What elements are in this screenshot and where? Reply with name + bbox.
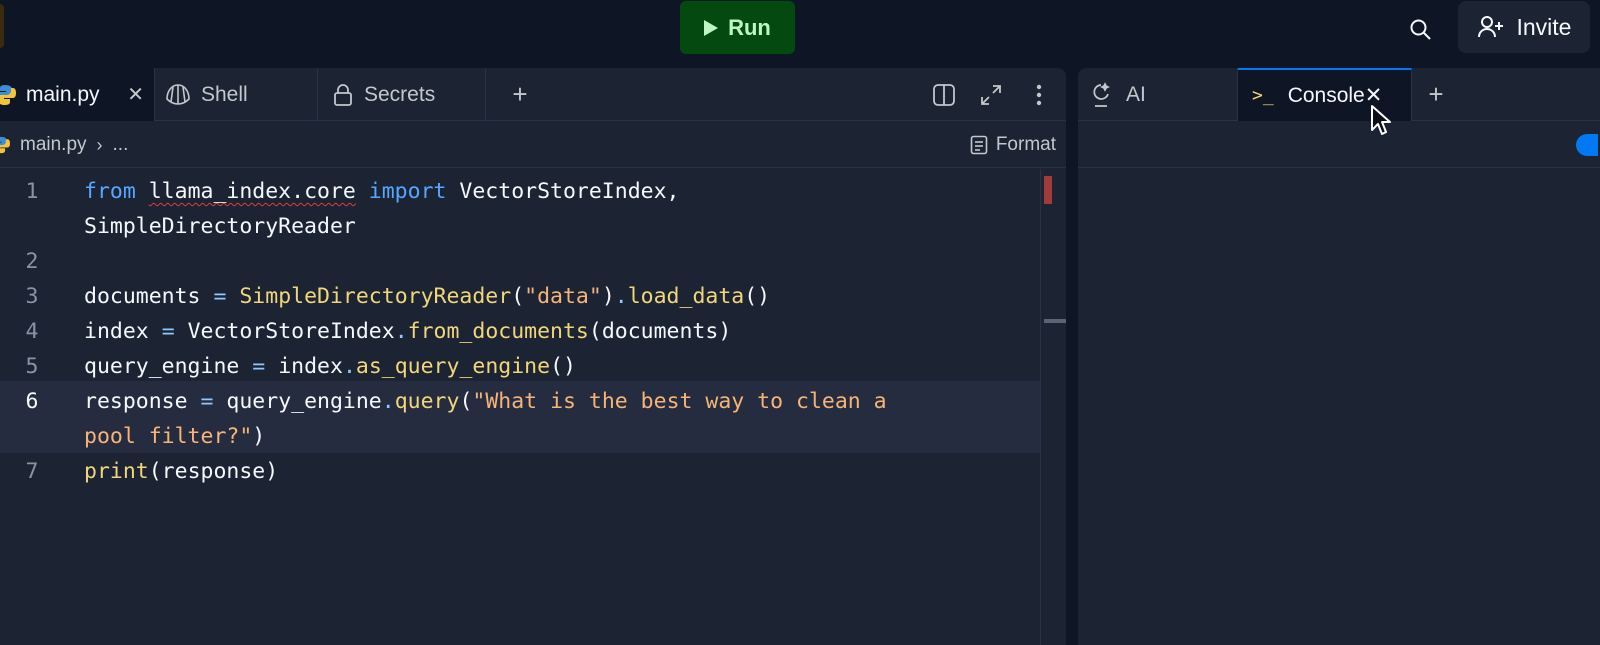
code-text: print(response) [84,459,279,484]
code-line-current: 6 response = query_engine.query("What is… [0,381,1040,453]
breadcrumb-more[interactable]: ... [113,134,129,156]
app-logo[interactable] [0,4,4,48]
code-text: index = VectorStoreIndex.from_documents(… [84,319,732,344]
add-tab-button[interactable]: + [1416,68,1456,121]
run-button-label: Run [728,14,771,40]
code-line: 3 documents = SimpleDirectoryReader("dat… [0,280,1040,316]
tab-label: Console [1287,83,1365,107]
breadcrumb: main.py › ... [0,122,128,168]
code-line: 4 index = VectorStoreIndex.from_document… [0,315,1040,351]
format-label: Format [995,134,1056,155]
python-icon [0,136,10,154]
add-tab-button[interactable]: + [500,68,540,121]
code-text: from llama_index.core import VectorStore… [84,179,680,204]
format-button[interactable]: Format [970,122,1056,168]
line-number: 4 [25,319,39,344]
console-toolbar [1078,122,1600,168]
code-text-wrap: pool filter?") [84,424,266,449]
add-user-icon [1477,16,1503,38]
maximize-icon [981,85,1001,105]
line-number: 3 [25,284,39,309]
invite-button-label: Invite [1516,13,1572,40]
format-icon [970,135,988,155]
split-pane-button[interactable] [930,81,958,109]
plus-icon: + [512,79,528,109]
split-icon [933,84,955,106]
line-number: 6 [25,389,39,414]
more-options-button[interactable] [1025,81,1053,109]
code-text: response = query_engine.query("What is t… [84,389,887,414]
breadcrumb-file[interactable]: main.py [20,134,87,156]
right-tab-bar: AI >_ Console ✕ + [1078,68,1600,121]
tab-secrets[interactable]: Secrets [318,68,486,121]
chevron-right-icon: › [96,134,103,155]
scrollbar-cursor-marker [1044,319,1066,323]
search-button[interactable] [1401,10,1439,48]
line-number: 2 [25,249,39,274]
code-line: 1 from llama_index.core import VectorSto… [0,175,1040,211]
code-text: SimpleDirectoryReader [84,214,356,239]
ai-icon [1093,81,1110,107]
code-editor[interactable]: 1 from llama_index.core import VectorSto… [0,169,1040,645]
search-icon [1410,19,1431,40]
run-button[interactable]: Run [680,1,795,54]
close-icon[interactable]: ✕ [127,82,144,107]
tab-ai[interactable]: AI [1078,68,1238,121]
tab-label: Shell [201,82,248,106]
console-pane: AI >_ Console ✕ + [1078,68,1600,645]
code-line: 2 [0,245,1040,281]
console-icon: >_ [1252,85,1274,106]
tab-label: main.py [26,82,100,106]
top-bar: Run Invite [0,0,1600,68]
shell-icon [166,83,190,105]
editor-tab-bar: main.py ✕ Shell Secrets + [0,68,1066,121]
mouse-cursor-icon [1371,105,1391,135]
tab-label: AI [1126,82,1146,106]
lock-icon [334,83,352,106]
line-number: 5 [25,354,39,379]
breadcrumb-bar: main.py › ... Format [0,122,1066,168]
tab-shell[interactable]: Shell [155,68,318,121]
more-vertical-icon [1036,84,1042,106]
scrollbar-error-marker [1044,176,1052,204]
code-text: documents = SimpleDirectoryReader("data"… [84,284,771,309]
toggle-switch[interactable] [1576,134,1598,156]
code-line: 7 print(response) [0,455,1040,491]
editor-pane: main.py ✕ Shell Secrets + main.py › ... [0,68,1066,645]
maximize-button[interactable] [977,81,1005,109]
line-number: 1 [25,179,39,204]
line-number: 7 [25,459,39,484]
code-text: query_engine = index.as_query_engine() [84,354,576,379]
tab-main-py[interactable]: main.py ✕ [0,68,155,121]
play-icon [704,19,719,36]
tab-label: Secrets [364,82,436,106]
invite-button[interactable]: Invite [1458,1,1590,53]
code-line-wrap: SimpleDirectoryReader [0,210,1040,246]
plus-icon: + [1428,79,1444,109]
python-icon [0,84,16,105]
editor-scrollbar[interactable] [1040,169,1066,645]
